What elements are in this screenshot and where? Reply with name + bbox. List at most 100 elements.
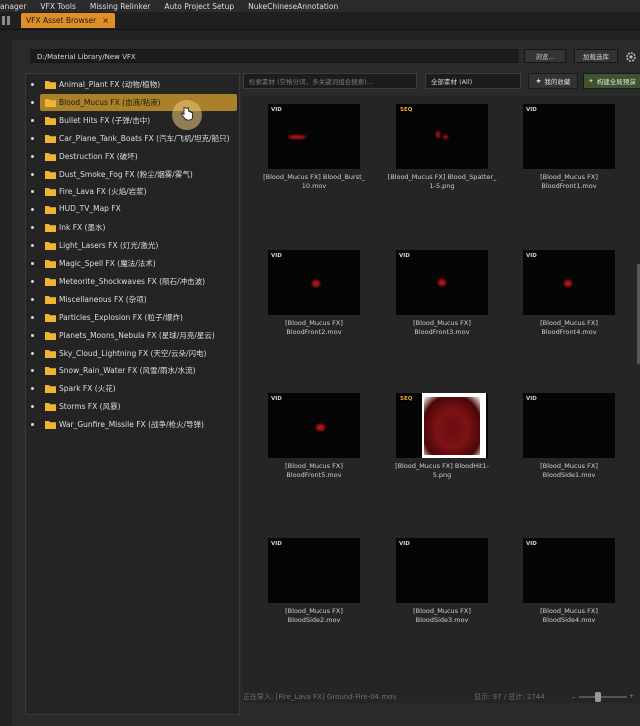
- folder-icon: [45, 313, 56, 322]
- media-type-badge: VID: [526, 107, 537, 113]
- asset-thumbnail[interactable]: VID: [523, 250, 615, 315]
- category-label: War_Gunfire_Missile FX (战争/枪火/导弹): [59, 420, 204, 430]
- favorites-button[interactable]: ★ 我的收藏: [528, 73, 578, 89]
- asset-thumbnail[interactable]: VID: [268, 538, 360, 603]
- category-item[interactable]: Blood_Mucus FX (血液/粘液): [26, 93, 239, 111]
- category-item[interactable]: Magic_Spell FX (魔法/法术): [26, 255, 239, 272]
- tree-bullet-icon[interactable]: [31, 100, 34, 104]
- tree-bullet-icon[interactable]: [31, 333, 34, 337]
- folder-icon: [45, 170, 56, 179]
- tab-title: VFX Asset Browser: [26, 16, 97, 25]
- tree-bullet-icon[interactable]: [31, 297, 34, 301]
- folder-icon: [45, 81, 56, 89]
- folder-icon: [45, 206, 56, 215]
- add-library-button[interactable]: 加载选库: [574, 49, 618, 63]
- category-item[interactable]: Car_Plane_Tank_Boats FX (汽车/飞机/坦克/船只): [26, 130, 239, 147]
- tree-bullet-icon[interactable]: [31, 118, 34, 122]
- category-item[interactable]: War_Gunfire_Missile FX (战争/枪火/导弹): [26, 416, 239, 433]
- tree-bullet-icon[interactable]: [31, 226, 34, 230]
- category-item[interactable]: HUD_TV_Map FX: [26, 201, 239, 218]
- folder-icon: [45, 349, 56, 358]
- category-item[interactable]: Bullet Hits FX (子弹/击中): [26, 112, 239, 129]
- search-input[interactable]: 检索素材 (空格分词，多关键词组合搜索)...: [243, 73, 417, 89]
- zoom-in-icon: +: [629, 693, 635, 700]
- tree-bullet-icon[interactable]: [31, 351, 34, 355]
- build-index-label: 构建全局预演: [596, 78, 636, 86]
- media-type-badge: VID: [271, 396, 282, 402]
- menu-item-vfx-tools[interactable]: VFX Tools: [40, 2, 83, 11]
- menu-item-manager[interactable]: anager: [0, 2, 34, 11]
- asset-thumbnail[interactable]: SEQ: [396, 104, 488, 169]
- folder-icon: [45, 224, 56, 233]
- tree-bullet-icon[interactable]: [31, 136, 34, 140]
- category-item[interactable]: Ink FX (墨水): [26, 219, 239, 236]
- star-icon: ★: [535, 77, 542, 85]
- category-label: Meteorite_Shockwaves FX (陨石/冲击波): [59, 276, 206, 286]
- category-label: Bullet Hits FX (子弹/击中): [59, 115, 151, 125]
- category-item[interactable]: Miscellaneous FX (杂项): [26, 291, 239, 308]
- library-path-input[interactable]: D:/Material Library/New VFX: [30, 49, 518, 63]
- category-item[interactable]: Light_Lasers FX (灯光/激光): [26, 237, 239, 254]
- folder-icon: [45, 277, 56, 286]
- tree-bullet-icon[interactable]: [31, 279, 34, 283]
- menu-item-nuke-chinese-annotation[interactable]: NukeChineseAnnotation: [248, 2, 346, 11]
- thumbnail-size-slider[interactable]: − +: [571, 692, 637, 702]
- slider-track[interactable]: [579, 696, 627, 698]
- browse-button[interactable]: 浏览...: [524, 49, 566, 63]
- category-item[interactable]: Snow_Rain_Water FX (风雪/雨水/水流): [26, 362, 239, 379]
- tree-bullet-icon[interactable]: [31, 154, 34, 158]
- category-item[interactable]: Particles_Explosion FX (粒子/爆炸): [26, 309, 239, 326]
- asset-thumbnail[interactable]: VID: [268, 250, 360, 315]
- category-item[interactable]: Dust_Smoke_Fog FX (粉尘/烟雾/雾气): [26, 166, 239, 183]
- tree-bullet-icon[interactable]: [31, 190, 34, 194]
- tree-bullet-icon[interactable]: [31, 83, 34, 86]
- asset-thumbnail[interactable]: VID: [523, 104, 615, 169]
- category-item[interactable]: Planets_Moons_Nebula FX (星球/月亮/星云): [26, 327, 239, 344]
- menu-item-missing-relinker[interactable]: Missing Relinker: [90, 2, 159, 11]
- tree-bullet-icon[interactable]: [31, 387, 34, 391]
- tree-bullet-icon[interactable]: [31, 262, 34, 265]
- tree-bullet-icon[interactable]: [31, 172, 34, 176]
- category-item[interactable]: Animal_Plant FX (动物/植物): [26, 76, 239, 93]
- sparkle-icon: ✦: [588, 77, 594, 85]
- category-item[interactable]: Meteorite_Shockwaves FX (陨石/冲击波): [26, 273, 239, 290]
- category-item[interactable]: Destruction FX (破坏): [26, 148, 239, 165]
- slider-handle[interactable]: [595, 692, 601, 702]
- asset-thumbnail[interactable]: VID: [268, 393, 360, 458]
- asset-filename: [Blood_Mucus FX] BloodFront5.mov: [285, 462, 343, 479]
- tree-bullet-icon[interactable]: [31, 405, 34, 409]
- blood-splash-shape: [312, 280, 320, 287]
- build-index-button[interactable]: ✦ 构建全局预演: [583, 73, 640, 89]
- gear-icon[interactable]: [624, 50, 638, 64]
- asset-thumbnail[interactable]: SEQ: [396, 393, 488, 458]
- type-filter-select[interactable]: 全部素材 (All): [425, 73, 521, 89]
- category-label: Particles_Explosion FX (粒子/爆炸): [59, 312, 183, 322]
- asset-filename: [Blood_Mucus FX] BloodFront1.mov: [540, 173, 598, 190]
- tree-bullet-icon[interactable]: [31, 423, 34, 427]
- asset-thumbnail[interactable]: VID: [268, 104, 360, 169]
- folder-icon: [45, 421, 56, 430]
- category-item[interactable]: Fire_Lava FX (火焰/岩浆): [26, 183, 239, 200]
- category-item[interactable]: Storms FX (风暴): [26, 398, 239, 415]
- close-icon[interactable]: ×: [102, 16, 109, 25]
- asset-thumbnail[interactable]: VID: [396, 250, 488, 315]
- asset-thumbnail[interactable]: VID: [523, 393, 615, 458]
- asset-thumbnail[interactable]: VID: [396, 538, 488, 603]
- asset-filename: [Blood_Mucus FX] Blood_Spatter_ 1-5.png: [387, 173, 497, 190]
- category-item[interactable]: Sky_Cloud_Lightning FX (天空/云朵/闪电): [26, 345, 239, 362]
- tree-bullet-icon[interactable]: [31, 315, 34, 319]
- folder-icon: [45, 295, 56, 304]
- tree-bullet-icon[interactable]: [31, 244, 34, 248]
- tab-vfx-asset-browser[interactable]: VFX Asset Browser ×: [21, 13, 115, 28]
- tree-bullet-icon[interactable]: [31, 369, 34, 373]
- media-type-badge: VID: [271, 541, 282, 547]
- panel-grip-icon[interactable]: [2, 15, 14, 26]
- asset-thumbnail[interactable]: VID: [523, 538, 615, 603]
- asset-filename: [Blood_Mucus FX] BloodSide3.mov: [413, 607, 471, 624]
- menu-item-auto-project-setup[interactable]: Auto Project Setup: [164, 2, 242, 11]
- category-item[interactable]: Spark FX (火花): [26, 380, 239, 397]
- tree-bullet-icon[interactable]: [31, 208, 34, 212]
- category-tree: Animal_Plant FX (动物/植物) Blood_Mucus FX (血…: [25, 73, 240, 715]
- folder-icon: [45, 260, 56, 268]
- blood-splash-shape: [316, 424, 325, 431]
